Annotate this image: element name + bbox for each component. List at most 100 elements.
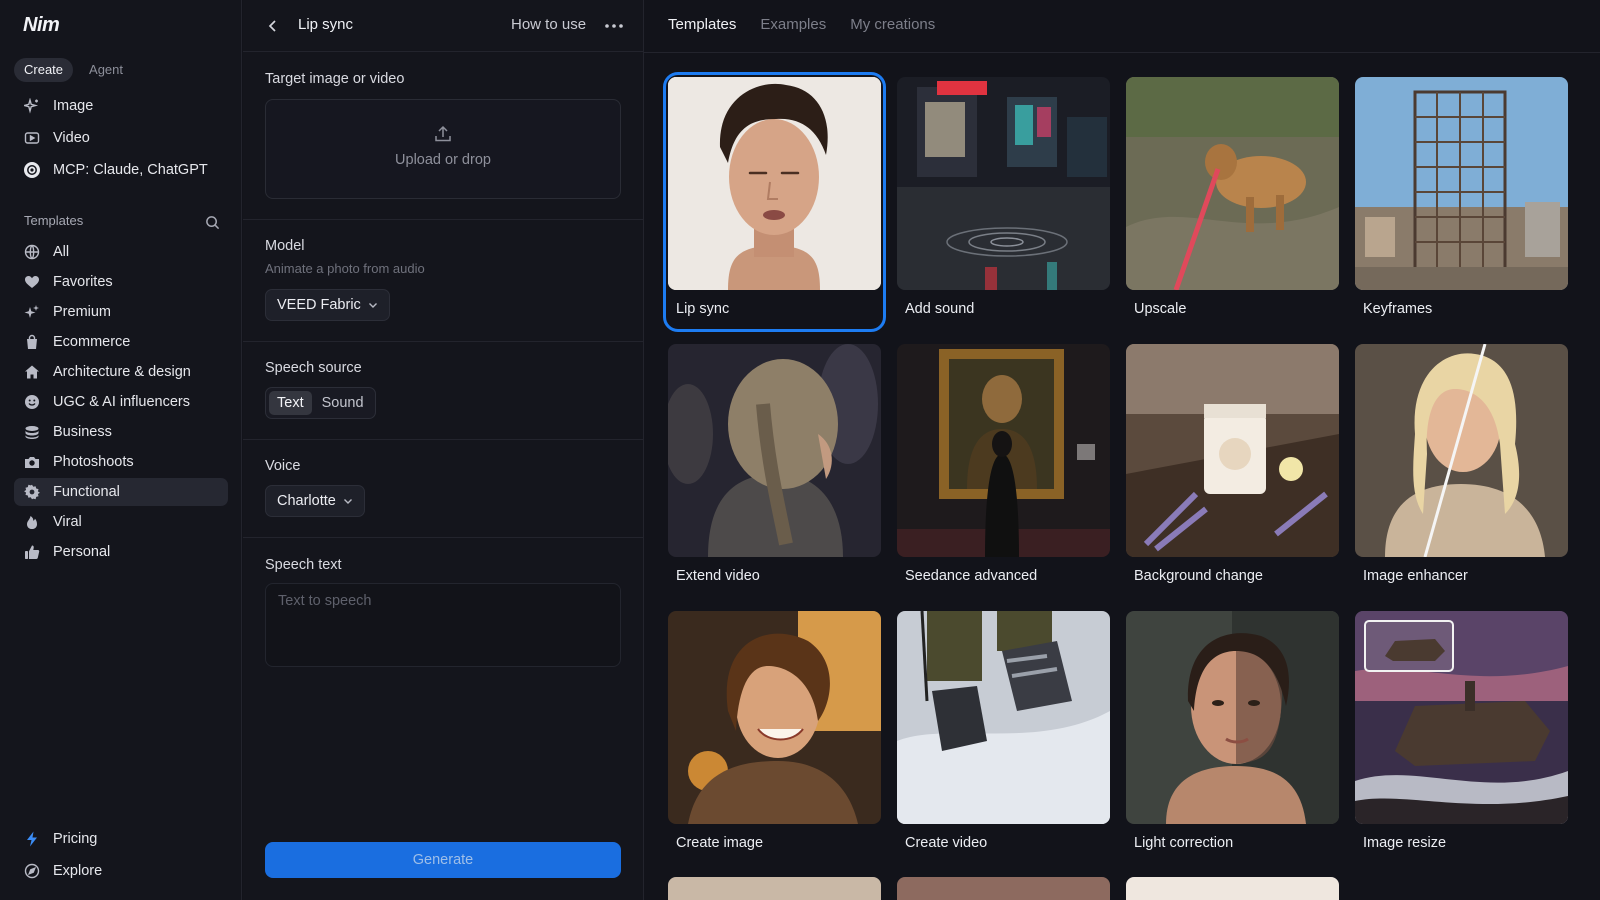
video-icon <box>23 129 41 147</box>
template-card-light-correction[interactable]: Light correction <box>1126 611 1339 861</box>
search-icon[interactable] <box>205 215 220 230</box>
sidebar-item-functional[interactable]: Functional <box>14 478 228 506</box>
sidebar-item-label: Favorites <box>53 274 113 290</box>
template-card-lip-sync[interactable]: Lip sync <box>663 72 886 332</box>
bolt-icon <box>23 830 41 848</box>
speech-source-toggle: Text Sound <box>265 387 376 419</box>
template-card-label: Image enhancer <box>1363 568 1468 584</box>
how-to-use-link[interactable]: How to use <box>511 16 586 33</box>
sidebar-item-ecommerce[interactable]: Ecommerce <box>14 328 228 356</box>
thumbnail-partial <box>897 877 1110 900</box>
template-card-label: Background change <box>1134 568 1263 584</box>
thumbnail-keyframes <box>1355 77 1568 290</box>
sidebar-item-mcp[interactable]: MCP: Claude, ChatGPT <box>14 156 228 184</box>
voice-label: Voice <box>265 458 301 474</box>
sidebar-item-label: UGC & AI influencers <box>53 394 190 410</box>
template-card-add-sound[interactable]: Add sound <box>897 77 1110 327</box>
sidebar-item-explore[interactable]: Explore <box>14 857 228 885</box>
panel-title: Lip sync <box>298 16 354 33</box>
sidebar-item-label: MCP: Claude, ChatGPT <box>53 162 208 178</box>
thumbnail-partial <box>1126 877 1339 900</box>
sidebar-item-label: Viral <box>53 514 82 530</box>
sidebar-item-ugc[interactable]: UGC & AI influencers <box>14 388 228 416</box>
chevron-left-icon[interactable] <box>263 16 283 36</box>
template-card-extend-video[interactable]: Extend video <box>668 344 881 594</box>
gallery-tabs: Templates Examples My creations <box>668 16 935 33</box>
generate-button[interactable]: Generate <box>265 842 621 878</box>
template-card-background-change[interactable]: Background change <box>1126 344 1339 594</box>
template-card-label: Upscale <box>1134 301 1187 317</box>
thumbnail-upscale <box>1126 77 1339 290</box>
mode-tabs: Create Agent <box>14 58 133 82</box>
app-logo[interactable]: Nim <box>23 14 60 37</box>
smiley-icon <box>23 393 41 411</box>
model-dropdown[interactable]: VEED Fabric <box>265 289 390 321</box>
tab-create[interactable]: Create <box>14 58 74 82</box>
sidebar-item-photoshoots[interactable]: Photoshoots <box>14 448 228 476</box>
template-card-create-image[interactable]: Create image <box>668 611 881 861</box>
template-card-partial[interactable] <box>897 877 1110 900</box>
template-card-create-video[interactable]: Create video <box>897 611 1110 861</box>
upload-dropzone[interactable]: Upload or drop <box>265 99 621 199</box>
sidebar-item-personal[interactable]: Personal <box>14 538 228 566</box>
thumbnail-add-sound <box>897 77 1110 290</box>
sidebar-item-premium[interactable]: Premium <box>14 298 228 326</box>
speech-text-input[interactable]: Text to speech <box>265 583 621 667</box>
template-card-label: Create image <box>676 835 764 851</box>
flame-icon <box>23 513 41 531</box>
tab-examples[interactable]: Examples <box>760 16 826 33</box>
thumbnail-create-video <box>897 611 1110 824</box>
template-card-seedance-advanced[interactable]: Seedance advanced <box>897 344 1110 594</box>
sidebar-item-all[interactable]: All <box>14 238 228 266</box>
speech-source-text[interactable]: Text <box>269 391 312 415</box>
voice-section: Voice Charlotte <box>243 440 643 538</box>
templates-section-label: Templates <box>24 213 84 228</box>
sidebar-item-label: Business <box>53 424 112 440</box>
settings-panel: Lip sync How to use Target image or vide… <box>243 0 644 900</box>
upload-icon <box>435 125 451 142</box>
target-section: Target image or video Upload or drop <box>243 53 643 220</box>
voice-dropdown[interactable]: Charlotte <box>265 485 365 517</box>
template-gallery: Templates Examples My creations Lip sync <box>644 0 1600 900</box>
sparkles-icon <box>23 303 41 321</box>
sidebar-item-architecture[interactable]: Architecture & design <box>14 358 228 386</box>
template-card-label: Image resize <box>1363 835 1447 851</box>
thumbnail-seedance-advanced <box>897 344 1110 557</box>
speech-text-label: Speech text <box>265 557 342 573</box>
tab-my-creations[interactable]: My creations <box>850 16 935 33</box>
template-card-image-resize[interactable]: Image resize <box>1355 611 1568 861</box>
tab-templates[interactable]: Templates <box>668 16 736 33</box>
speech-source-sound[interactable]: Sound <box>314 391 372 415</box>
sidebar-item-viral[interactable]: Viral <box>14 508 228 536</box>
sidebar-item-label: All <box>53 244 70 260</box>
template-card-partial[interactable] <box>668 877 881 900</box>
sidebar-item-pricing[interactable]: Pricing <box>14 825 228 853</box>
template-card-keyframes[interactable]: Keyframes <box>1355 77 1568 327</box>
sidebar-item-label: Functional <box>53 484 120 500</box>
sidebar-item-video[interactable]: Video <box>14 124 228 152</box>
thumbnail-background-change <box>1126 344 1339 557</box>
template-card-partial[interactable] <box>1126 877 1339 900</box>
template-card-label: Light correction <box>1134 835 1234 851</box>
gear-icon <box>23 483 41 501</box>
tab-agent[interactable]: Agent <box>79 58 133 82</box>
camera-icon <box>23 453 41 471</box>
sidebar-item-label: Video <box>53 130 90 146</box>
sidebar-item-image[interactable]: Image <box>14 92 228 120</box>
sidebar-item-favorites[interactable]: Favorites <box>14 268 228 296</box>
compass-icon <box>23 862 41 880</box>
template-card-label: Seedance advanced <box>905 568 1038 584</box>
sidebar-item-label: Ecommerce <box>53 334 131 350</box>
template-card-upscale[interactable]: Upscale <box>1126 77 1339 327</box>
globe-icon <box>23 243 41 261</box>
template-card-label: Create video <box>905 835 988 851</box>
template-card-image-enhancer[interactable]: Image enhancer <box>1355 344 1568 594</box>
stack-icon <box>23 423 41 441</box>
target-label: Target image or video <box>265 71 405 87</box>
model-label: Model <box>265 238 305 254</box>
more-options-icon[interactable] <box>603 15 625 37</box>
sidebar-item-business[interactable]: Business <box>14 418 228 446</box>
speech-text-placeholder: Text to speech <box>278 593 372 609</box>
template-card-label: Lip sync <box>676 301 730 317</box>
sidebar-item-label: Personal <box>53 544 111 560</box>
